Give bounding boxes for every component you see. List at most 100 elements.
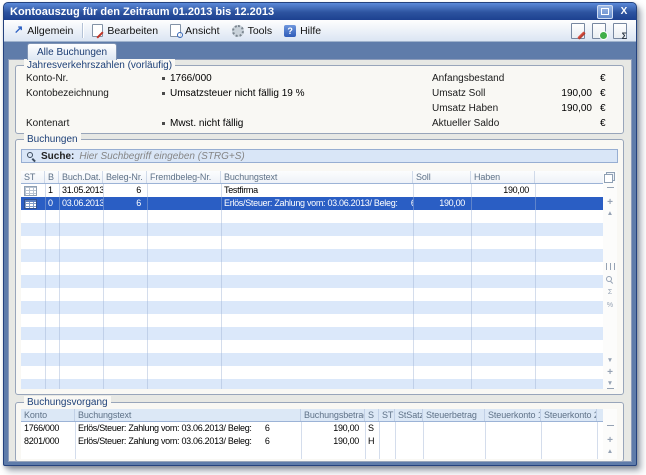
cell-haben: 190,00: [471, 184, 535, 197]
add-row-icon[interactable]: [603, 437, 617, 445]
zoom-icon[interactable]: [606, 276, 614, 284]
table-row-selected[interactable]: 0 03.06.2013 6 Erlös/Steuer: Zahlung vom…: [21, 197, 607, 210]
column-header-steuerkonto1[interactable]: Steuerkonto 1: [485, 409, 541, 421]
cell-st: [379, 422, 395, 435]
menu-item-tools[interactable]: Tools: [226, 23, 279, 39]
cell-stsatz: [395, 422, 423, 435]
column-divider: [221, 184, 222, 389]
cell-belegnr: 6: [103, 184, 147, 197]
scroll-to-top-icon[interactable]: [603, 187, 617, 189]
window-title: Kontoauszug für den Zeitraum 01.2013 bis…: [10, 6, 274, 18]
groupbox-title: Jahresverkehrszahlen (vorläufig): [24, 59, 175, 72]
groupbox-buchungen: Buchungen Suche: Hier Suchbegriff eingeb…: [15, 139, 624, 395]
add-row-icon[interactable]: [603, 369, 617, 377]
menu-item-ansicht[interactable]: Ansicht: [164, 22, 225, 39]
bullet-icon: [162, 92, 165, 95]
percent-icon[interactable]: [603, 302, 617, 309]
cell-steuerkonto2: [541, 422, 597, 435]
column-header-buchungsbetrag[interactable]: Buchungsbetrag: [301, 409, 365, 421]
scroll-up-icon[interactable]: [603, 210, 617, 217]
tools-icon: [232, 25, 244, 37]
menu-item-label: Hilfe: [300, 25, 321, 37]
cell-steuerbetrag: [423, 435, 485, 448]
menu-bar: Allgemein Bearbeiten Ansicht Tools Hilfe: [4, 20, 636, 42]
column-header-st[interactable]: ST: [379, 409, 395, 421]
cell-konto: 8201/000: [21, 435, 75, 448]
cell-st: [379, 435, 395, 448]
scroll-to-bottom-icon[interactable]: [603, 380, 617, 389]
column-divider: [103, 184, 104, 389]
table-row[interactable]: 1766/000 Erlös/Steuer: Zahlung vom: 03.0…: [21, 422, 607, 435]
cell-steuerkonto2: [541, 435, 597, 448]
cell-haben: [471, 197, 535, 210]
columns-icon[interactable]: [606, 263, 615, 270]
row-status-cell: [21, 197, 45, 210]
report-check-icon[interactable]: [592, 23, 606, 39]
cell-konto: 1766/000: [21, 422, 75, 435]
menu-item-label: Ansicht: [185, 25, 219, 37]
column-chooser-icon[interactable]: [604, 172, 615, 182]
process-table-body[interactable]: 1766/000 Erlös/Steuer: Zahlung vom: 03.0…: [21, 422, 607, 459]
column-header-haben[interactable]: Haben: [471, 171, 535, 183]
cell-fremdbelegnr: [147, 184, 221, 197]
menu-item-hilfe[interactable]: Hilfe: [278, 23, 327, 39]
column-header-soll[interactable]: Soll: [413, 171, 471, 183]
scroll-up-icon[interactable]: [603, 448, 617, 455]
field-label-konto-nr: Konto-Nr.: [26, 72, 68, 85]
column-header-konto[interactable]: Konto: [21, 409, 75, 421]
process-table: Konto Buchungstext Buchungsbetrag S ST S…: [21, 409, 607, 459]
edit-document-icon: [92, 24, 103, 37]
cell-s: H: [365, 435, 379, 448]
groupbox-buchungsvorgang: Buchungsvorgang Konto Buchungstext Buchu…: [15, 402, 624, 462]
cell-buchdat: 31.05.2013: [59, 184, 103, 197]
table-row[interactable]: 8201/000 Erlös/Steuer: Zahlung vom: 03.0…: [21, 435, 607, 448]
groupbox-title: Buchungsvorgang: [24, 396, 111, 409]
report-edit-icon[interactable]: [571, 23, 585, 39]
menu-item-allgemein[interactable]: Allgemein: [8, 23, 79, 39]
column-header-belegnr[interactable]: Beleg-Nr.: [103, 171, 147, 183]
column-header-fremdbelegnr[interactable]: Fremdbeleg-Nr.: [147, 171, 221, 183]
column-header-buchungstext[interactable]: Buchungstext: [221, 171, 413, 183]
sum-icon[interactable]: [603, 289, 617, 296]
cell-fremdbelegnr: [147, 197, 221, 210]
cell-b: 1: [45, 184, 59, 197]
bullet-icon: [162, 122, 165, 125]
column-header-st[interactable]: ST: [21, 171, 45, 183]
restore-window-button[interactable]: [597, 5, 613, 19]
column-header-s[interactable]: S: [365, 409, 379, 421]
cell-soll: [413, 184, 471, 197]
column-header-stsatz[interactable]: StSatz: [395, 409, 423, 421]
add-row-icon[interactable]: [603, 199, 617, 207]
menu-item-bearbeiten[interactable]: Bearbeiten: [86, 22, 164, 39]
table-row[interactable]: 1 31.05.2013 6 Testfirma 190,00: [21, 184, 607, 197]
column-header-buchungstext[interactable]: Buchungstext: [75, 409, 301, 421]
bookings-table-header[interactable]: ST B Buch.Dat. Beleg-Nr. Fremdbeleg-Nr. …: [21, 171, 607, 184]
scroll-down-icon[interactable]: [603, 357, 617, 364]
scroll-to-top-icon[interactable]: [603, 425, 617, 427]
field-value-umsatz-soll: 190,00: [484, 87, 592, 100]
search-label: Suche:: [41, 151, 74, 162]
column-header-b[interactable]: B: [45, 171, 59, 183]
process-table-header[interactable]: Konto Buchungstext Buchungsbetrag S ST S…: [21, 409, 607, 422]
cell-b: 0: [45, 197, 59, 210]
close-window-button[interactable]: [618, 6, 630, 18]
report-sum-icon[interactable]: [613, 23, 627, 39]
field-value-konto-nr: 1766/000: [170, 72, 212, 85]
title-bar[interactable]: Kontoauszug für den Zeitraum 01.2013 bis…: [4, 3, 636, 20]
cell-stsatz: [395, 435, 423, 448]
column-header-steuerkonto2[interactable]: Steuerkonto 2: [541, 409, 597, 421]
menu-item-label: Bearbeiten: [107, 25, 158, 37]
column-header-buchdat[interactable]: Buch.Dat.: [59, 171, 103, 183]
cell-filler: [535, 184, 607, 197]
cell-belegnr: 6: [103, 197, 147, 210]
view-document-icon: [170, 24, 181, 37]
tab-alle-buchungen[interactable]: Alle Buchungen: [27, 43, 117, 60]
cell-steuerkonto1: [485, 435, 541, 448]
cell-steuerbetrag: [423, 422, 485, 435]
cell-buchungstext: Erlös/Steuer: Zahlung vom: 03.06.2013/ B…: [221, 197, 413, 210]
cell-steuerkonto1: [485, 422, 541, 435]
bookings-table-body[interactable]: 1 31.05.2013 6 Testfirma 190,00 0: [21, 184, 607, 389]
column-header-steuerbetrag[interactable]: Steuerbetrag: [423, 409, 485, 421]
search-input[interactable]: Suche: Hier Suchbegriff eingeben (STRG+S…: [21, 149, 618, 163]
groupbox-title: Buchungen: [24, 133, 81, 146]
